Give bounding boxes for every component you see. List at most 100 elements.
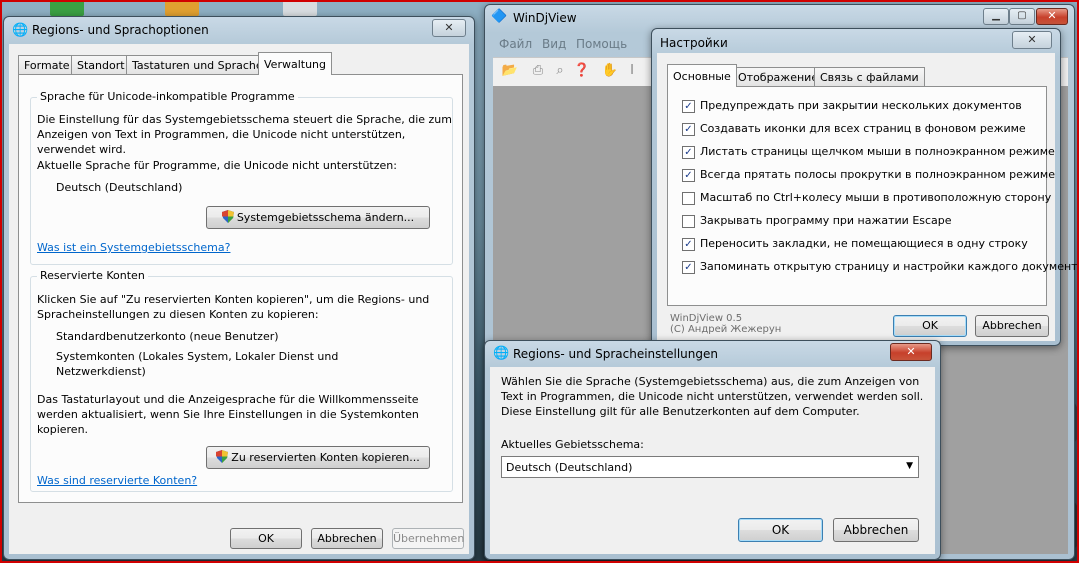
description-line: Die Einstellung für das Systemgebietssch… (37, 113, 452, 126)
tab-panel-general: ✓ Предупреждать при закрытии нескольких д… (667, 86, 1079, 306)
hand-tool-icon[interactable]: ✋ (601, 62, 619, 80)
open-folder-icon[interactable]: 📂 (501, 62, 519, 80)
account-item: Systemkonten (Lokales System, Lokaler Di… (56, 350, 339, 363)
desktop-shortcut-icon[interactable] (50, 0, 84, 16)
button-label: Zu reservierten Konten kopieren... (231, 451, 420, 464)
change-system-locale-button[interactable]: Systemgebietsschema ändern... (206, 206, 430, 229)
menu-file[interactable]: Файл (499, 37, 532, 51)
dialog-body: Formate Standort Tastaturen und Sprachen… (9, 44, 469, 554)
close-button[interactable]: ✕ (432, 19, 466, 37)
checkbox-checked[interactable]: ✓ (682, 123, 695, 136)
maximize-button[interactable]: ▢ (1009, 8, 1035, 25)
uac-shield-icon (216, 450, 229, 463)
regional-options-titlebar[interactable]: 🌐 Regions- und Sprachoptionen ✕ (4, 17, 474, 43)
dialog-body: Wählen Sie die Sprache (Systemgebietssch… (490, 367, 935, 554)
menu-view[interactable]: Вид (542, 37, 566, 51)
checkbox-checked[interactable]: ✓ (682, 146, 695, 159)
tab-verwaltung[interactable]: Verwaltung (258, 52, 332, 75)
option-label: Переносить закладки, не помещающиеся в о… (700, 237, 1028, 250)
globe-icon: 🌐 (12, 23, 29, 38)
locale-settings-dialog: 🌐 Regions- und Spracheinstellungen ✕ Wäh… (484, 340, 941, 560)
desktop-shortcut-icon[interactable] (165, 0, 199, 16)
checkbox-checked[interactable]: ✓ (682, 100, 695, 113)
globe-icon: 🌐 (493, 346, 510, 361)
option-label: Предупреждать при закрытии нескольких до… (700, 99, 1022, 112)
checkbox-unchecked[interactable] (682, 192, 695, 205)
system-locale-help-link[interactable]: Was ist ein Systemgebietsschema? (37, 240, 230, 255)
reserved-accounts-group: Reservierte Konten Klicken Sie auf "Zu r… (30, 269, 453, 492)
option-label: Листать страницы щелчком мыши в полноэкр… (700, 145, 1055, 158)
copyright-text: (C) Андрей Жежерун (670, 324, 782, 335)
checkbox-unchecked[interactable] (682, 215, 695, 228)
cancel-button[interactable]: Abbrechen (975, 315, 1049, 337)
locale-settings-titlebar[interactable]: 🌐 Regions- und Spracheinstellungen ✕ (485, 341, 940, 367)
description-line: Wählen Sie die Sprache (Systemgebietssch… (501, 375, 920, 388)
window-title: Regions- und Sprachoptionen (32, 23, 209, 37)
current-locale-label: Aktuelles Gebietsschema: (501, 438, 644, 451)
close-button[interactable]: ✕ (1012, 31, 1052, 49)
group-title: Sprache für Unicode-inkompatible Program… (37, 90, 298, 103)
checkbox-checked[interactable]: ✓ (682, 169, 695, 182)
current-language-value: Deutsch (Deutschland) (56, 181, 183, 194)
tab-standort[interactable]: Standort (71, 55, 131, 74)
button-label: Systemgebietsschema ändern... (236, 211, 415, 224)
account-item: Standardbenutzerkonto (neue Benutzer) (56, 330, 279, 343)
locale-select-value: Deutsch (Deutschland) (506, 461, 633, 474)
find-icon[interactable]: ⌕ (551, 62, 569, 80)
dialog-body: Основные Отображение Связь с файлами ✓ Пр… (657, 53, 1079, 341)
option-label: Масштаб по Ctrl+колесу мыши в противопол… (700, 191, 1052, 204)
description-line: Spracheinstellungen zu diesen Konten zu … (37, 308, 319, 321)
settings-titlebar[interactable]: Настройки ✕ (652, 29, 1060, 55)
tab-general[interactable]: Основные (667, 64, 737, 87)
option-label: Создавать иконки для всех страниц в фоно… (700, 122, 1026, 135)
regional-options-window: 🌐 Regions- und Sprachoptionen ✕ Formate … (3, 16, 475, 560)
menu-help[interactable]: Помощь (576, 37, 627, 51)
copy-to-reserved-accounts-button[interactable]: Zu reservierten Konten kopieren... (206, 446, 430, 469)
dialog-title: Regions- und Spracheinstellungen (513, 347, 718, 361)
tab-display[interactable]: Отображение (732, 67, 825, 86)
windjview-app-icon: 🔷 (491, 9, 508, 24)
close-button[interactable]: ✕ (890, 343, 932, 361)
description-line: Diese Einstellung gilt für alle Benutzer… (501, 405, 860, 418)
dropdown-arrow-icon: ▼ (906, 461, 913, 471)
apply-button[interactable]: Übernehmen (392, 528, 464, 549)
option-label: Запоминать открытую страницу и настройки… (700, 260, 1079, 273)
cancel-button[interactable]: Abbrechen (833, 518, 919, 542)
desktop-shortcut-icon[interactable] (283, 0, 317, 16)
description-line: Klicken Sie auf "Zu reservierten Konten … (37, 293, 430, 306)
tab-file-association[interactable]: Связь с файлами (814, 67, 925, 86)
current-language-label: Aktuelle Sprache für Programme, die Unic… (37, 159, 397, 172)
tab-tastaturen[interactable]: Tastaturen und Sprachen (126, 55, 276, 74)
settings-dialog: Настройки ✕ Основные Отображение Связь с… (651, 28, 1079, 346)
description-line: verwendet wird. (37, 143, 126, 156)
checkbox-checked[interactable]: ✓ (682, 238, 695, 251)
ok-button[interactable]: OK (893, 315, 967, 337)
close-button[interactable]: ✕ (1036, 8, 1068, 25)
group-title: Reservierte Konten (37, 269, 148, 282)
option-label: Закрывать программу при нажатии Escape (700, 214, 952, 227)
dialog-title: Настройки (660, 36, 728, 50)
tab-panel-verwaltung: Sprache für Unicode-inkompatible Program… (18, 74, 463, 503)
account-item: Netzwerkdienst) (56, 365, 146, 378)
locale-select[interactable]: Deutsch (Deutschland) ▼ (501, 456, 919, 478)
help-icon[interactable]: ❓ (573, 62, 591, 80)
unicode-group: Sprache für Unicode-inkompatible Program… (30, 90, 453, 265)
minimize-button[interactable]: ▁ (983, 8, 1009, 25)
uac-shield-icon (221, 210, 234, 223)
tab-formate[interactable]: Formate (18, 55, 76, 74)
description-line: Anzeigen von Text in Programmen, die Uni… (37, 128, 406, 141)
reserved-accounts-help-link[interactable]: Was sind reservierte Konten? (37, 473, 197, 488)
version-text: WinDjView 0.5 (670, 313, 743, 324)
cancel-button[interactable]: Abbrechen (311, 528, 383, 549)
note-line: Das Tastaturlayout und die Anzeigesprach… (37, 393, 419, 406)
select-tool-icon[interactable]: I (623, 62, 641, 80)
note-line: werden aktualisiert, wenn Sie Ihre Einst… (37, 408, 419, 421)
checkbox-checked[interactable]: ✓ (682, 261, 695, 274)
ok-button[interactable]: OK (738, 518, 823, 542)
print-icon[interactable]: ⎙ (529, 62, 547, 80)
note-line: kopieren. (37, 423, 89, 436)
description-line: Text in Programmen, die Unicode nicht un… (501, 390, 924, 403)
window-title: WinDjView (513, 11, 577, 25)
option-label: Всегда прятать полосы прокрутки в полноэ… (700, 168, 1056, 181)
ok-button[interactable]: OK (230, 528, 302, 549)
